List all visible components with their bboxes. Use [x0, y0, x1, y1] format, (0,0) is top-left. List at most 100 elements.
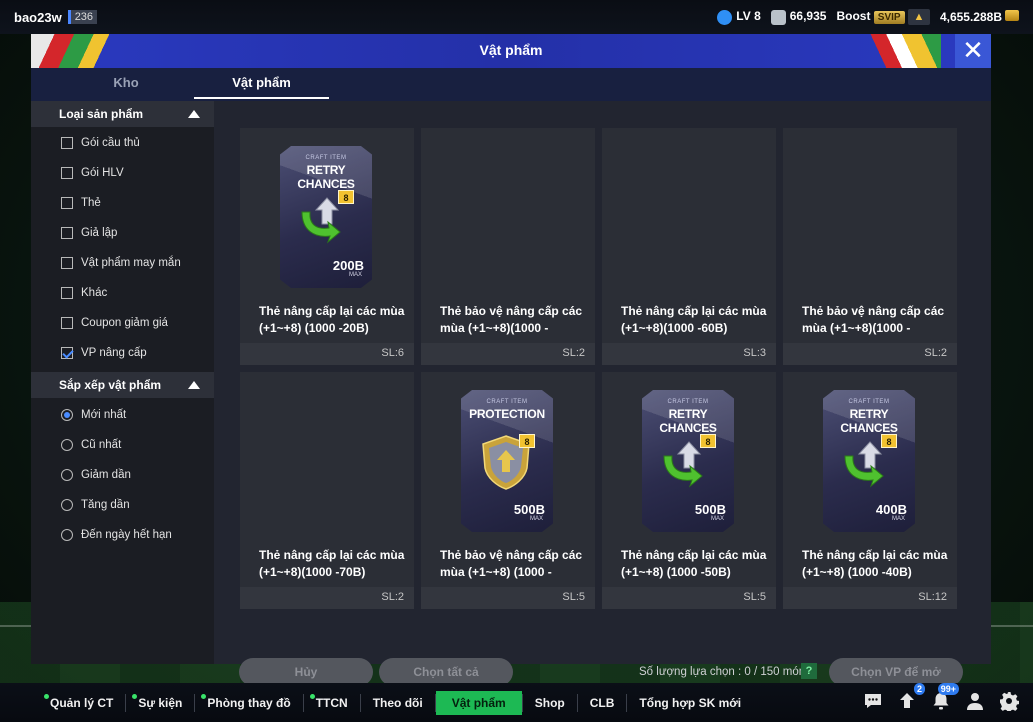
radio-button[interactable]	[61, 409, 73, 421]
category-option[interactable]: Thẻ	[61, 197, 101, 209]
retry-chances-pack-image: CRAFT ITEM RETRY CHANCES 8 500B MAX	[642, 390, 734, 532]
item-footer: SL:2	[240, 587, 414, 609]
help-icon[interactable]: ?	[801, 663, 817, 679]
nav-item[interactable]: Phòng thay đồ	[195, 691, 302, 715]
category-option[interactable]: VP nâng cấp	[61, 347, 147, 359]
sort-header[interactable]: Sắp xếp vật phẩm	[31, 372, 214, 398]
sort-option[interactable]: Giảm dần	[61, 469, 131, 481]
radio-button[interactable]	[61, 499, 73, 511]
nav-item[interactable]: Shop	[523, 691, 577, 715]
tab-vat-pham[interactable]: Vật phẩm	[194, 68, 329, 101]
category-option[interactable]: Vật phẩm may mắn	[61, 257, 181, 269]
nav-item-label: Shop	[534, 695, 565, 710]
sort-option-label: Giảm dần	[81, 469, 131, 481]
item-quantity: SL:5	[562, 591, 585, 603]
item-card[interactable]: Thẻ bảo vệ nâng cấp các mùa (+1~+8)(1000…	[421, 128, 595, 365]
retry-chances-pack-image: CRAFT ITEM RETRY CHANCES 8 400B MAX	[823, 390, 915, 532]
boost-up-icon[interactable]: ▲	[907, 9, 930, 25]
bp-stat[interactable]: 4,655.288B	[940, 10, 1019, 24]
top-bar: bao23w 236 LV 8 66,935 Boost SVIP ▲ 4,65…	[0, 0, 1033, 34]
item-card[interactable]: CRAFT ITEM PROTECTION 8 500B MAX Thẻ bảo vệ n…	[421, 372, 595, 609]
checkbox[interactable]	[61, 317, 73, 329]
level-badge: 8	[881, 434, 897, 448]
checkbox[interactable]	[61, 347, 73, 359]
cancel-button[interactable]: Hủy	[239, 658, 373, 686]
radio-button[interactable]	[61, 529, 73, 541]
item-card[interactable]: CRAFT ITEM RETRY CHANCES 8 500B MAX Thẻ nâng …	[602, 372, 776, 609]
user-count-badge: 236	[67, 10, 98, 24]
collapse-triangle-icon[interactable]	[188, 381, 200, 389]
category-option[interactable]: Gói cầu thủ	[61, 137, 140, 149]
profile-icon[interactable]	[965, 691, 985, 711]
sort-option[interactable]: Mới nhất	[61, 409, 126, 421]
item-quantity: SL:2	[562, 347, 585, 359]
nav-icon-group: 2 99+	[863, 683, 1020, 713]
close-icon[interactable]: ✕	[955, 34, 991, 68]
notification-dot	[44, 693, 49, 699]
category-option[interactable]: Coupon giảm giá	[61, 317, 168, 329]
sort-header-label: Sắp xếp vật phẩm	[59, 378, 162, 392]
category-option[interactable]: Giả lập	[61, 227, 117, 239]
sort-option-label: Mới nhất	[81, 409, 127, 421]
sort-option[interactable]: Tăng dần	[61, 499, 130, 511]
item-quantity: SL:6	[381, 347, 404, 359]
radio-button[interactable]	[61, 439, 73, 451]
sort-option[interactable]: Cũ nhất	[61, 439, 121, 451]
level-badge: 8	[700, 434, 716, 448]
nav-item[interactable]: CLB	[578, 691, 627, 715]
item-name: Thẻ nâng cấp lại các mùa (+1~+8) (1000 -…	[802, 548, 948, 579]
nav-item[interactable]: Tổng hợp SK mới	[627, 691, 753, 715]
item-card[interactable]: CRAFT ITEM RETRY CHANCES 8 400B MAX Thẻ nâng …	[783, 372, 957, 609]
bell-icon[interactable]: 99+	[931, 683, 959, 711]
level-stat[interactable]: LV 8	[717, 9, 761, 25]
item-quantity: SL:5	[743, 591, 766, 603]
checkbox[interactable]	[61, 257, 73, 269]
upload-badge: 2	[913, 683, 925, 695]
pack-value: 500B	[694, 502, 726, 517]
item-quantity: SL:3	[743, 347, 766, 359]
checkbox[interactable]	[61, 227, 73, 239]
nav-item[interactable]: Sự kiện	[126, 691, 194, 715]
settings-gear-icon[interactable]	[999, 691, 1020, 713]
open-selected-button[interactable]: Chọn VP để mở	[829, 658, 963, 686]
item-name: Thẻ nâng cấp lại các mùa (+1~+8)(1000 -7…	[259, 548, 405, 579]
category-option[interactable]: Gói HLV	[61, 167, 124, 179]
category-option[interactable]: Khác	[61, 287, 107, 299]
category-option-label: Coupon giảm giá	[81, 317, 168, 329]
username: bao23w	[14, 9, 62, 25]
sort-option-label: Đến ngày hết hạn	[81, 529, 172, 541]
checkbox[interactable]	[61, 137, 73, 149]
nav-item-label: Vật phẩm	[451, 695, 506, 710]
item-name: Thẻ nâng cấp lại các mùa (+1~+8) (1000 -…	[259, 304, 405, 335]
nav-item[interactable]: TTCN	[304, 691, 360, 715]
pack-max-label: MAX	[710, 516, 724, 522]
category-option-label: Gói cầu thủ	[81, 137, 140, 149]
item-card[interactable]: CRAFT ITEM RETRY CHANCES 8 200B MAX Thẻ nâng …	[240, 128, 414, 365]
chat-icon[interactable]	[863, 691, 883, 711]
nav-item[interactable]: Quản lý CT	[38, 691, 125, 715]
boost-stat[interactable]: Boost SVIP ▲	[836, 9, 930, 25]
nav-item[interactable]: Vật phẩm	[435, 690, 522, 715]
tab-kho[interactable]: Kho	[31, 68, 221, 101]
item-card[interactable]: Thẻ nâng cấp lại các mùa (+1~+8)(1000 -6…	[602, 128, 776, 365]
category-option-label: VP nâng cấp	[81, 347, 147, 359]
level-badge: 8	[519, 434, 535, 448]
radio-button[interactable]	[61, 469, 73, 481]
category-header[interactable]: Loại sản phẩm	[31, 101, 214, 127]
sort-option[interactable]: Đến ngày hết hạn	[61, 529, 172, 541]
nav-item[interactable]: Theo dõi	[361, 691, 435, 715]
checkbox[interactable]	[61, 287, 73, 299]
item-card[interactable]: Thẻ bảo vệ nâng cấp các mùa (+1~+8)(1000…	[783, 128, 957, 365]
upload-icon[interactable]: 2	[897, 683, 925, 711]
pack-max-label: MAX	[891, 516, 905, 522]
checkbox[interactable]	[61, 197, 73, 209]
item-card[interactable]: Thẻ nâng cấp lại các mùa (+1~+8)(1000 -7…	[240, 372, 414, 609]
item-name: Thẻ bảo vệ nâng cấp các mùa (+1~+8) (100…	[440, 548, 583, 579]
checkbox[interactable]	[61, 167, 73, 179]
pack-title: RETRY CHANCES	[297, 163, 355, 191]
pack-value: 500B	[513, 502, 545, 517]
select-all-button[interactable]: Chọn tất cả	[379, 658, 513, 686]
category-option-label: Gói HLV	[81, 167, 124, 179]
coin-stat[interactable]: 66,935	[770, 9, 826, 25]
collapse-triangle-icon[interactable]	[188, 110, 200, 118]
